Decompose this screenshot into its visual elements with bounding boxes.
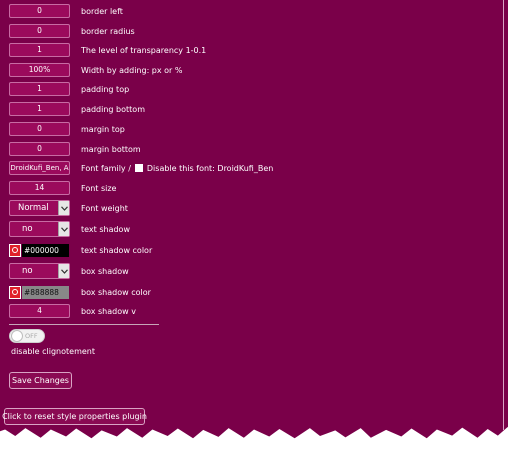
font-family-label: Font family / <box>81 163 131 173</box>
disable-font-label: Disable this font: DroidKufi_Ben <box>146 163 274 173</box>
panel-right-border <box>503 0 504 430</box>
toggle-label: disable clignotement <box>11 347 96 356</box>
font-family-row: DroidKufi_Ben, A Font family / Disable th… <box>9 161 273 175</box>
padding-bottom-input[interactable]: 1 <box>9 102 70 116</box>
font-weight-label: Font weight <box>81 203 128 213</box>
toggle-state: OFF <box>25 332 38 340</box>
box-shadow-v-input[interactable]: 4 <box>9 304 70 318</box>
font-weight-row: Normal Font weight <box>9 200 128 216</box>
text-shadow-color-row: #000000 text shadow color <box>9 243 152 258</box>
disable-font-checkbox[interactable] <box>134 164 143 172</box>
divider <box>9 324 159 325</box>
font-size-input[interactable]: 14 <box>9 181 70 195</box>
transparency-label: The level of transparency 1-0.1 <box>81 45 207 55</box>
clignotement-toggle[interactable]: OFF <box>9 329 45 343</box>
settings-panel <box>0 0 508 439</box>
width-label: Width by adding: px or % <box>81 65 183 75</box>
font-family-label-group: Font family / Disable this font: DroidKuf… <box>81 164 273 173</box>
chevron-down-icon <box>58 222 69 236</box>
box-shadow-color-label: box shadow color <box>81 287 151 297</box>
toggle-knob <box>11 330 23 342</box>
padding-bottom-label: padding bottom <box>81 104 145 114</box>
color-picker-icon[interactable] <box>9 285 21 299</box>
margin-bottom-input[interactable]: 0 <box>9 142 70 156</box>
font-family-input[interactable]: DroidKufi_Ben, A <box>9 161 70 175</box>
padding-bottom-row: 1 padding bottom <box>9 102 145 116</box>
padding-top-input[interactable]: 1 <box>9 82 70 96</box>
box-shadow-color-picker[interactable]: #888888 <box>9 285 70 300</box>
margin-bottom-row: 0 margin bottom <box>9 142 141 156</box>
box-shadow-v-label: box shadow v <box>81 306 136 316</box>
chevron-down-icon <box>58 201 69 215</box>
text-shadow-row: no text shadow <box>9 221 130 237</box>
border-left-label: border left <box>81 6 123 16</box>
transparency-row: 1 The level of transparency 1-0.1 <box>9 43 206 57</box>
font-weight-value: Normal <box>18 203 49 213</box>
text-shadow-color-input[interactable]: #000000 <box>22 243 69 257</box>
padding-top-label: padding top <box>81 84 130 94</box>
reset-style-button[interactable]: Click to reset style properties plugin <box>2 408 147 425</box>
width-input[interactable]: 100% <box>9 63 70 77</box>
text-shadow-color-picker[interactable]: #000000 <box>9 243 70 258</box>
border-radius-row: 0 border radius <box>9 24 135 38</box>
text-shadow-label: text shadow <box>81 224 130 234</box>
color-picker-icon[interactable] <box>9 243 21 257</box>
box-shadow-label: box shadow <box>81 266 129 276</box>
font-size-row: 14 Font size <box>9 181 116 195</box>
margin-top-label: margin top <box>81 124 125 134</box>
box-shadow-v-row: 4 box shadow v <box>9 304 136 318</box>
border-left-input[interactable]: 0 <box>9 4 70 18</box>
font-size-label: Font size <box>81 183 117 193</box>
box-shadow-row: no box shadow <box>9 263 129 279</box>
chevron-down-icon <box>58 264 69 278</box>
border-left-row: 0 border left <box>9 4 123 18</box>
margin-top-row: 0 margin top <box>9 122 125 136</box>
margin-top-input[interactable]: 0 <box>9 122 70 136</box>
padding-top-row: 1 padding top <box>9 82 129 96</box>
transparency-input[interactable]: 1 <box>9 43 70 57</box>
text-shadow-color-label: text shadow color <box>81 245 153 255</box>
width-row: 100% Width by adding: px or % <box>9 63 183 77</box>
text-shadow-select[interactable]: no <box>9 221 70 237</box>
text-shadow-value: no <box>22 224 33 234</box>
border-radius-input[interactable]: 0 <box>9 24 70 38</box>
border-radius-label: border radius <box>81 26 135 36</box>
box-shadow-color-row: #888888 box shadow color <box>9 285 151 300</box>
font-weight-select[interactable]: Normal <box>9 200 70 216</box>
save-changes-button[interactable]: Save Changes <box>9 372 72 389</box>
box-shadow-color-input[interactable]: #888888 <box>22 285 69 299</box>
margin-bottom-label: margin bottom <box>81 144 141 154</box>
box-shadow-value: no <box>22 266 33 276</box>
box-shadow-select[interactable]: no <box>9 263 70 279</box>
